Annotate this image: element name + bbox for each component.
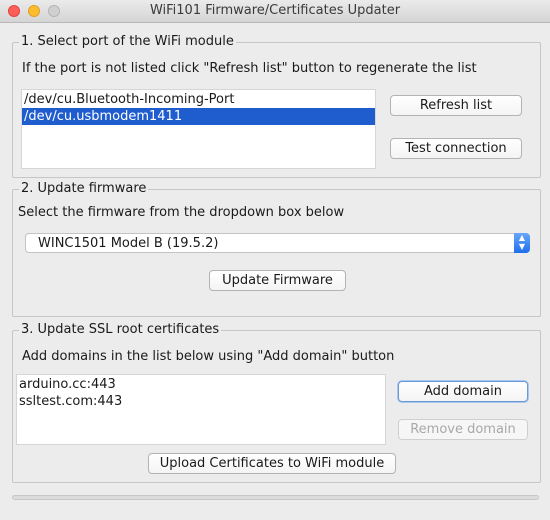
- firmware-update-group: 2. Update firmware Select the firmware f…: [12, 181, 541, 317]
- port-section-legend: 1. Select port of the WiFi module: [19, 34, 236, 50]
- ssl-section-legend: 3. Update SSL root certificates: [19, 322, 222, 338]
- port-list-item-selected[interactable]: /dev/cu.usbmodem1411: [22, 108, 375, 125]
- firmware-dropdown-value: WINC1501 Model B (19.5.2): [38, 236, 219, 251]
- firmware-instruction: Select the firmware from the dropdown bo…: [18, 205, 345, 220]
- port-selection-group: 1. Select port of the WiFi module If the…: [12, 34, 541, 178]
- window-title: WiFi101 Firmware/Certificates Updater: [149, 3, 401, 18]
- refresh-list-button[interactable]: Refresh list: [390, 95, 522, 116]
- title-bar[interactable]: WiFi101 Firmware/Certificates Updater: [0, 0, 550, 23]
- add-domain-button[interactable]: Add domain: [398, 381, 528, 402]
- test-connection-button[interactable]: Test connection: [390, 138, 522, 159]
- firmware-dropdown[interactable]: WINC1501 Model B (19.5.2) ▲ ▼: [25, 233, 530, 253]
- port-instruction: If the port is not listed click "Refresh…: [22, 61, 477, 76]
- firmware-section-legend: 2. Update firmware: [19, 181, 149, 197]
- upload-certificates-button[interactable]: Upload Certificates to WiFi module: [148, 453, 396, 474]
- domain-list-item[interactable]: ssltest.com:443: [17, 393, 385, 410]
- ssl-certificates-group: 3. Update SSL root certificates Add doma…: [12, 322, 541, 483]
- dropdown-arrows-icon[interactable]: ▲ ▼: [514, 233, 530, 253]
- update-firmware-button[interactable]: Update Firmware: [209, 270, 346, 291]
- port-list[interactable]: /dev/cu.Bluetooth-Incoming-Port /dev/cu.…: [21, 89, 376, 169]
- domain-list-item[interactable]: arduino.cc:443: [17, 376, 385, 393]
- ssl-instruction: Add domains in the list below using "Add…: [22, 349, 395, 364]
- progress-bar: [12, 495, 539, 500]
- remove-domain-button[interactable]: Remove domain: [398, 419, 528, 440]
- port-list-item[interactable]: /dev/cu.Bluetooth-Incoming-Port: [22, 91, 375, 108]
- updater-window: WiFi101 Firmware/Certificates Updater 1.…: [0, 0, 550, 520]
- domain-list[interactable]: arduino.cc:443 ssltest.com:443: [16, 374, 386, 445]
